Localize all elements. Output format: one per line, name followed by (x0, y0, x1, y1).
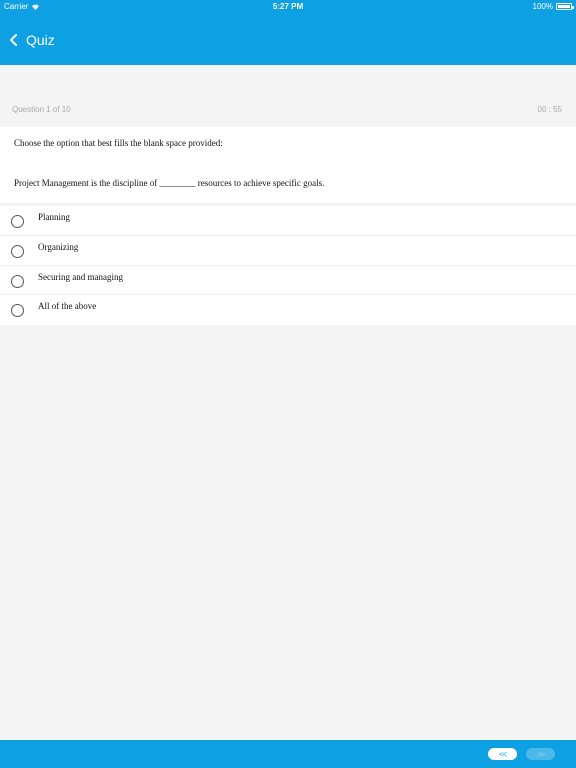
option-all-of-the-above[interactable]: All of the above (0, 295, 576, 325)
answer-options: Planning Organizing Securing and managin… (0, 206, 576, 325)
option-label: Organizing (38, 241, 79, 252)
quiz-timer: 00 : 55 (537, 105, 562, 114)
navigation-bar: Quiz (0, 14, 576, 65)
battery-percent: 100% (532, 2, 553, 11)
option-securing-and-managing[interactable]: Securing and managing (0, 266, 576, 296)
question-card: Choose the option that best fills the bl… (0, 127, 576, 203)
radio-button[interactable] (11, 244, 24, 258)
option-planning[interactable]: Planning (0, 206, 576, 236)
next-question-button[interactable]: >> (526, 748, 555, 760)
chevron-left-icon (10, 34, 17, 46)
question-progress: Question 1 of 10 (12, 105, 71, 114)
previous-question-button[interactable]: << (488, 748, 517, 760)
radio-button[interactable] (11, 274, 24, 288)
question-header: Question 1 of 10 00 : 55 (0, 98, 576, 120)
question-instruction: Choose the option that best fills the bl… (14, 138, 223, 148)
battery-icon (556, 3, 574, 10)
option-label: All of the above (38, 301, 97, 312)
status-bar: Carrier 5:27 PM 100% (0, 0, 576, 14)
radio-button[interactable] (11, 304, 24, 318)
question-text: Project Management is the discipline of … (14, 178, 325, 188)
option-label: Planning (38, 212, 71, 222)
status-time: 5:27 PM (272, 2, 304, 11)
option-label: Securing and managing (38, 271, 123, 282)
back-label: Quiz (26, 32, 55, 48)
back-button[interactable]: Quiz (8, 32, 55, 48)
footer-bar: << >> (0, 740, 576, 768)
radio-button[interactable] (11, 215, 24, 228)
battery-info: 100% (532, 2, 574, 11)
option-organizing[interactable]: Organizing (0, 236, 576, 266)
